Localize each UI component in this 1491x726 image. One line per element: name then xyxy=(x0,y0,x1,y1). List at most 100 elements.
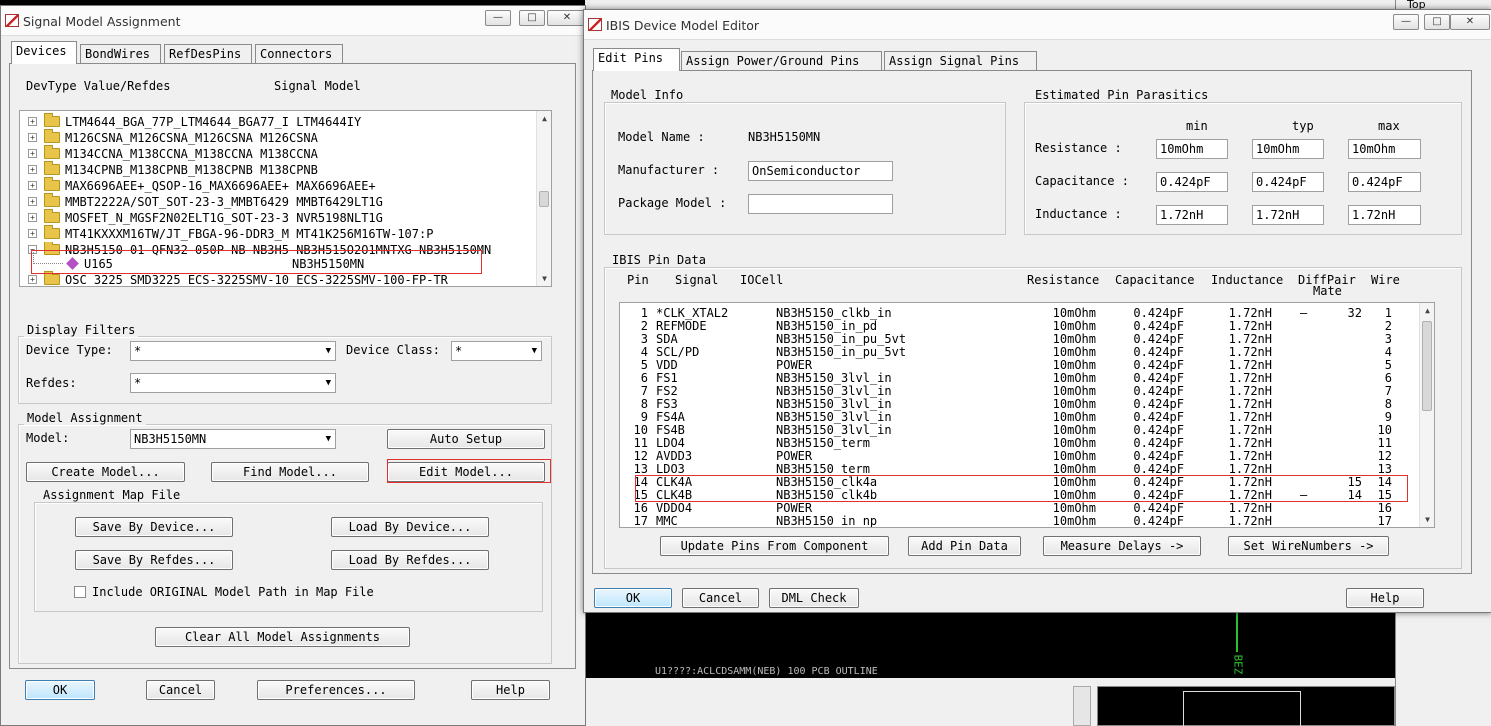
pin-table-row[interactable]: 10 FS4B NB3H5150_3lvl_in 10mOhm 0.424pF 1.72n… xyxy=(620,424,1420,437)
pin-table-row[interactable]: 3 SDA NB3H5150_in_pu_5vt 10mOhm 0.424pF 1.72n… xyxy=(620,333,1420,346)
tab-assign-power-ground[interactable]: Assign Power/Ground Pins xyxy=(681,51,882,71)
set-wirenumbers-button[interactable]: Set WireNumbers -> xyxy=(1228,536,1389,556)
pin-table-row[interactable]: 7 FS2 NB3H5150_3lvl_in 10mOhm 0.424pF 1.72nH 7 xyxy=(620,385,1420,398)
add-pin-data-button[interactable]: Add Pin Data xyxy=(908,536,1021,556)
pin-table-row[interactable]: 2 REFMODE NB3H5150_in_pd 10mOhm 0.424pF 1.72n… xyxy=(620,320,1420,333)
expand-icon[interactable]: + xyxy=(28,133,37,142)
update-pins-button[interactable]: Update Pins From Component xyxy=(660,536,889,556)
pin-table-row[interactable]: 11 LDO4 NB3H5150_term 10mOhm 0.424pF 1.72nH 11 xyxy=(620,437,1420,450)
auto-setup-button[interactable]: Auto Setup xyxy=(387,429,545,449)
load-by-refdes-button[interactable]: Load By Refdes... xyxy=(331,550,489,570)
pin-table-row[interactable]: 17 MMC NB3H5150_in_np 10mOhm 0.424pF 1.72nH 17 xyxy=(620,515,1420,528)
dml-check-button[interactable]: DML Check xyxy=(769,588,859,608)
package-model-field[interactable] xyxy=(748,194,893,214)
ok-button[interactable]: OK xyxy=(594,588,672,608)
maximize-button[interactable]: □ xyxy=(519,10,545,26)
expand-icon[interactable]: + xyxy=(28,229,37,238)
device-type-select[interactable]: * ▼ xyxy=(130,341,336,361)
expand-icon[interactable]: + xyxy=(28,197,37,206)
chevron-down-icon: ▼ xyxy=(325,346,331,356)
chevron-down-icon: ▼ xyxy=(325,378,331,388)
tab-refdespins[interactable]: RefDesPins xyxy=(164,44,252,64)
tab-connectors[interactable]: Connectors xyxy=(255,44,343,64)
pin-table-row[interactable]: 4 SCL/PD NB3H5150_in_pu_5vt 10mOhm 0.424pF 1.… xyxy=(620,346,1420,359)
clear-all-button[interactable]: Clear All Model Assignments xyxy=(155,627,410,647)
inductance-typ-field[interactable]: 1.72nH xyxy=(1252,205,1324,225)
device-row[interactable]: + OSC_3225_SMD3225_ECS-3225SMV-10 ECS-322… xyxy=(20,271,538,286)
capacitance-typ-field[interactable]: 0.424pF xyxy=(1252,172,1324,192)
maximize-button[interactable]: □ xyxy=(1424,14,1450,30)
ok-button[interactable]: OK xyxy=(25,680,95,700)
expand-icon[interactable]: + xyxy=(28,275,37,284)
preferences-button[interactable]: Preferences... xyxy=(257,680,415,700)
device-class-select[interactable]: * ▼ xyxy=(451,341,542,361)
signal-model-assignment-window: Signal Model Assignment — □ ✕ Devices Bo… xyxy=(0,5,587,726)
pin-table-row[interactable]: 16 VDDO4 POWER 10mOhm 0.424pF 1.72nH 16 xyxy=(620,502,1420,515)
resistance-typ-field[interactable]: 10mOhm xyxy=(1252,139,1324,159)
cancel-button[interactable]: Cancel xyxy=(146,680,215,700)
pin-table-row[interactable]: 8 FS3 NB3H5150_3lvl_in 10mOhm 0.424pF 1.72nH 8 xyxy=(620,398,1420,411)
folder-icon xyxy=(44,177,60,191)
manufacturer-field[interactable]: OnSemiconductor xyxy=(748,161,893,181)
model-select[interactable]: NB3H5150MN ▼ xyxy=(130,429,336,449)
tab-assign-signal-pins[interactable]: Assign Signal Pins xyxy=(884,51,1037,71)
cancel-button[interactable]: Cancel xyxy=(682,588,759,608)
capacitance-max-field[interactable]: 0.424pF xyxy=(1348,172,1421,192)
scroll-thumb[interactable] xyxy=(539,191,549,207)
inductance-min-field[interactable]: 1.72nH xyxy=(1156,205,1228,225)
minimize-button[interactable]: — xyxy=(1393,14,1419,30)
device-row[interactable]: + MAX6696AEE+_QSOP-16_MAX6696AEE+ MAX6696… xyxy=(20,177,538,194)
help-button[interactable]: Help xyxy=(471,680,550,700)
device-row[interactable]: + MMBT2222A/SOT_SOT-23-3_MMBT6429 MMBT642… xyxy=(20,193,538,210)
expand-icon[interactable]: + xyxy=(28,213,37,222)
col-header-pin: Pin xyxy=(627,273,649,287)
minimize-button[interactable]: — xyxy=(485,10,511,26)
device-row[interactable]: + M134CCNA_M138CCNA_M138CCNA M138CCNA xyxy=(20,145,538,162)
pin-table-row[interactable]: 1 *CLK_XTAL2 NB3H5150_clkb_in 10mOhm 0.424pF… xyxy=(620,307,1420,320)
measure-delays-button[interactable]: Measure Delays -> xyxy=(1043,536,1201,556)
scroll-up-icon[interactable]: ▲ xyxy=(1420,303,1434,318)
find-model-button[interactable]: Find Model... xyxy=(211,462,369,482)
include-original-checkbox[interactable] xyxy=(74,586,86,598)
tab-edit-pins[interactable]: Edit Pins xyxy=(593,48,680,71)
pin-list-scrollbar[interactable]: ▲ ▼ xyxy=(1419,303,1434,527)
resistance-min-field[interactable]: 10mOhm xyxy=(1156,139,1228,159)
tab-bondwires[interactable]: BondWires xyxy=(80,44,161,64)
model-label: Model: xyxy=(26,431,70,445)
expand-icon[interactable]: + xyxy=(28,117,37,126)
tab-devices[interactable]: Devices xyxy=(11,41,77,64)
close-button[interactable]: ✕ xyxy=(1450,14,1490,30)
expand-icon[interactable]: + xyxy=(28,149,37,158)
inductance-max-field[interactable]: 1.72nH xyxy=(1348,205,1421,225)
resistance-max-field[interactable]: 10mOhm xyxy=(1348,139,1421,159)
chevron-down-icon: ▼ xyxy=(325,434,331,444)
pin-table-row[interactable]: 6 FS1 NB3H5150_3lvl_in 10mOhm 0.424pF 1.72nH 6 xyxy=(620,372,1420,385)
pin-table-row[interactable]: 9 FS4A NB3H5150_3lvl_in 10mOhm 0.424pF 1.72nH… xyxy=(620,411,1420,424)
create-model-button[interactable]: Create Model... xyxy=(26,462,185,482)
scroll-thumb[interactable] xyxy=(1422,321,1432,411)
tree-scrollbar[interactable]: ▲ ▼ xyxy=(536,111,551,286)
scroll-down-icon[interactable]: ▼ xyxy=(537,271,551,286)
refdes-select[interactable]: * ▼ xyxy=(130,373,336,393)
device-row[interactable]: + MT41KXXXM16TW/JT_FBGA-96-DDR3_M MT41K25… xyxy=(20,225,538,242)
pcb-outline-label: U1????:ACLCDSAMM(NEB) 100 PCB OUTLINE xyxy=(655,666,878,677)
pin-table-row[interactable]: 12 AVDD3 POWER 10mOhm 0.424pF 1.72nH 12 xyxy=(620,450,1420,463)
device-row[interactable]: + LTM4644_BGA_77P_LTM4644_BGA77_I LTM4644… xyxy=(20,113,538,130)
save-by-refdes-button[interactable]: Save By Refdes... xyxy=(75,550,233,570)
folder-icon xyxy=(44,271,60,285)
capacitance-min-field[interactable]: 0.424pF xyxy=(1156,172,1228,192)
device-row[interactable]: + MOSFET_N_MGSF2N02ELT1G_SOT-23-3 NVR5198… xyxy=(20,209,538,226)
expand-icon[interactable]: + xyxy=(28,181,37,190)
device-row[interactable]: + M126CSNA_M126CSNA_M126CSNA M126CSNA xyxy=(20,129,538,146)
scroll-down-icon[interactable]: ▼ xyxy=(1420,512,1434,527)
expand-icon[interactable]: + xyxy=(28,165,37,174)
scroll-up-icon[interactable]: ▲ xyxy=(537,111,551,126)
pin-wire: 17 xyxy=(1377,514,1392,528)
help-button[interactable]: Help xyxy=(1346,588,1424,608)
save-by-device-button[interactable]: Save By Device... xyxy=(75,517,233,537)
close-button[interactable]: ✕ xyxy=(547,10,587,26)
pcb-lower-scrollbar[interactable] xyxy=(1073,686,1091,726)
device-row[interactable]: + M134CPNB_M138CPNB_M138CPNB M138CPNB xyxy=(20,161,538,178)
load-by-device-button[interactable]: Load By Device... xyxy=(331,517,489,537)
pin-table-row[interactable]: 5 VDD POWER 10mOhm 0.424pF 1.72nH 5 xyxy=(620,359,1420,372)
